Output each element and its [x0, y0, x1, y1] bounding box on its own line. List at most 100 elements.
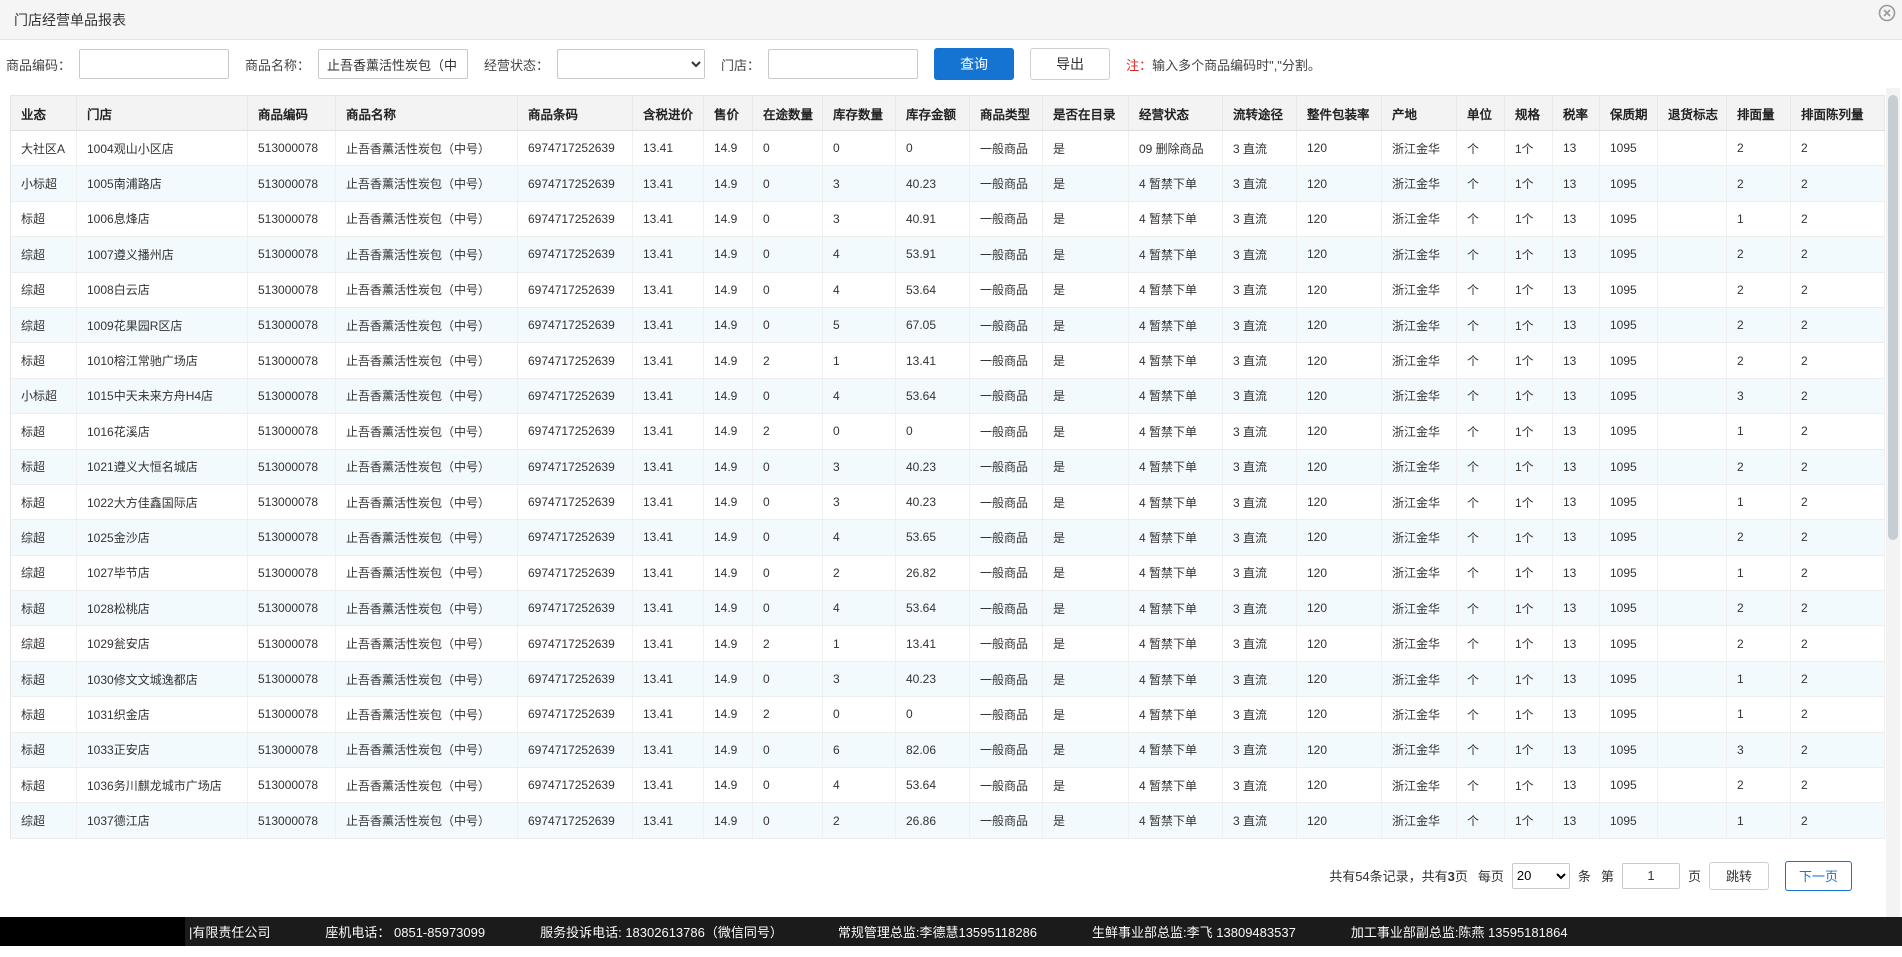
table-cell: 3 — [823, 166, 896, 201]
table-cell: 小标超 — [11, 378, 77, 413]
jump-button[interactable]: 跳转 — [1709, 862, 1769, 890]
table-cell: 一般商品 — [970, 201, 1043, 236]
table-cell: 0 — [753, 131, 823, 166]
table-cell: 个 — [1457, 272, 1505, 307]
table-cell: 4 暂禁下单 — [1129, 272, 1223, 307]
close-icon[interactable] — [1878, 4, 1896, 22]
table-cell: 是 — [1043, 131, 1129, 166]
table-cell: 13 — [1553, 414, 1600, 449]
table-cell: 1008白云店 — [77, 272, 248, 307]
table-cell: 止吾香薰活性炭包（中号） — [336, 166, 518, 201]
table-cell: 513000078 — [248, 732, 336, 767]
table-cell: 个 — [1457, 768, 1505, 803]
table-cell: 513000078 — [248, 484, 336, 519]
page-size-select[interactable]: 20 — [1512, 863, 1570, 889]
table-cell: 是 — [1043, 307, 1129, 342]
table-cell: 1031织金店 — [77, 697, 248, 732]
table-cell: 513000078 — [248, 307, 336, 342]
table-cell: 0 — [753, 378, 823, 413]
table-cell: 6974717252639 — [518, 768, 633, 803]
table-cell: 4 — [823, 591, 896, 626]
table-cell: 浙江金华 — [1382, 307, 1457, 342]
table-cell: 120 — [1297, 131, 1382, 166]
table-cell: 综超 — [11, 520, 77, 555]
table-cell: 2 — [753, 626, 823, 661]
next-page-button[interactable]: 下一页 — [1785, 861, 1852, 891]
table-cell: 一般商品 — [970, 131, 1043, 166]
table-cell: 120 — [1297, 591, 1382, 626]
table-cell: 1个 — [1505, 626, 1553, 661]
table-cell: 6974717252639 — [518, 591, 633, 626]
table-cell: 13.41 — [633, 378, 704, 413]
table-cell: 4 暂禁下单 — [1129, 626, 1223, 661]
table-cell: 1009花果园R区店 — [77, 307, 248, 342]
table-cell: 止吾香薰活性炭包（中号） — [336, 343, 518, 378]
table-cell: 13 — [1553, 343, 1600, 378]
table-cell: 1095 — [1600, 661, 1658, 696]
table-cell: 0 — [753, 484, 823, 519]
title-bar: 门店经营单品报表 — [0, 0, 1902, 40]
table-cell: 综超 — [11, 307, 77, 342]
table-cell: 1 — [1727, 697, 1791, 732]
page-number-input[interactable] — [1622, 863, 1680, 889]
table-cell: 是 — [1043, 661, 1129, 696]
table-cell: 513000078 — [248, 661, 336, 696]
table-cell: 513000078 — [248, 449, 336, 484]
table-cell: 13.41 — [633, 555, 704, 590]
table-cell: 13.41 — [633, 131, 704, 166]
table-cell: 14.9 — [704, 484, 753, 519]
table-cell: 浙江金华 — [1382, 520, 1457, 555]
table-row: 标超1036务川麒龙城市广场店513000078止吾香薰活性炭包（中号）6974… — [11, 768, 1885, 803]
table-cell: 浙江金华 — [1382, 166, 1457, 201]
table-cell: 个 — [1457, 166, 1505, 201]
note-text: 输入多个商品编码时","分割。 — [1152, 58, 1321, 73]
table-cell: 13.41 — [633, 449, 704, 484]
vertical-scrollbar[interactable] — [1886, 88, 1900, 945]
table-cell: 1095 — [1600, 378, 1658, 413]
table-row: 标超1033正安店513000078止吾香薰活性炭包（中号）6974717252… — [11, 732, 1885, 767]
record-summary: 共有54条记录，共有3页 — [1329, 866, 1468, 885]
product-code-input[interactable] — [79, 49, 229, 79]
store-input[interactable] — [768, 49, 918, 79]
table-cell: 1 — [823, 626, 896, 661]
table-cell: 13 — [1553, 520, 1600, 555]
page-label: 第 — [1601, 866, 1614, 885]
table-cell: 1个 — [1505, 272, 1553, 307]
table-cell: 1095 — [1600, 555, 1658, 590]
table-cell: 6974717252639 — [518, 414, 633, 449]
table-row: 小标超1005南浦路店513000078止吾香薰活性炭包（中号）69747172… — [11, 166, 1885, 201]
table-cell: 个 — [1457, 378, 1505, 413]
table-cell: 标超 — [11, 414, 77, 449]
table-cell: 5 — [823, 307, 896, 342]
table-cell — [1658, 166, 1727, 201]
column-header: 商品名称 — [336, 96, 518, 131]
table-cell: 个 — [1457, 520, 1505, 555]
product-name-input[interactable] — [318, 49, 468, 79]
table-cell: 13.41 — [633, 626, 704, 661]
table-cell: 1095 — [1600, 591, 1658, 626]
table-cell: 1个 — [1505, 768, 1553, 803]
scrollbar-thumb[interactable] — [1888, 95, 1898, 540]
table-cell: 6974717252639 — [518, 343, 633, 378]
table-row: 综超1009花果园R区店513000078止吾香薰活性炭包（中号）6974717… — [11, 307, 1885, 342]
product-name-label: 商品名称： — [245, 55, 310, 74]
table-cell: 4 暂禁下单 — [1129, 378, 1223, 413]
export-button[interactable]: 导出 — [1030, 48, 1110, 80]
table-cell: 1个 — [1505, 697, 1553, 732]
per-page-label: 每页 — [1478, 866, 1504, 885]
table-cell: 1个 — [1505, 520, 1553, 555]
table-cell: 0 — [896, 697, 970, 732]
table-row: 标超1010榕江常驰广场店513000078止吾香薰活性炭包（中号）697471… — [11, 343, 1885, 378]
table-cell: 6974717252639 — [518, 272, 633, 307]
table-cell: 止吾香薰活性炭包（中号） — [336, 768, 518, 803]
table-cell: 13.41 — [633, 768, 704, 803]
table-cell: 120 — [1297, 237, 1382, 272]
column-header: 经营状态 — [1129, 96, 1223, 131]
table-cell: 1095 — [1600, 272, 1658, 307]
table-cell — [1658, 520, 1727, 555]
query-button[interactable]: 查询 — [934, 48, 1014, 80]
table-cell: 浙江金华 — [1382, 697, 1457, 732]
table-cell: 2 — [1727, 307, 1791, 342]
table-cell: 3 直流 — [1223, 732, 1297, 767]
status-select[interactable] — [557, 49, 705, 79]
